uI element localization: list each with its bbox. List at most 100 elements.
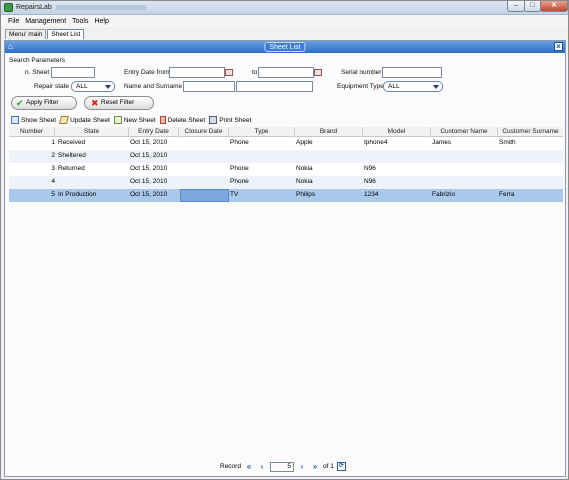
repair-state-label: Repair state: [34, 83, 70, 90]
page-number-input[interactable]: 5: [269, 461, 294, 472]
name-input[interactable]: [183, 81, 235, 92]
repair-state-value: ALL: [76, 83, 88, 90]
show-sheet-label: Show Sheet: [21, 116, 57, 124]
cell-customer-surname: [499, 150, 563, 163]
refresh-icon[interactable]: ⟳: [336, 462, 346, 471]
apply-filter-label: Apply Filter: [26, 99, 59, 106]
column-header-customer-name[interactable]: Customer Name: [431, 127, 498, 137]
menu-tools[interactable]: Tools: [72, 18, 88, 25]
cell-customer-surname: Smith: [499, 139, 516, 146]
tab-menu-main[interactable]: Menu' main: [5, 29, 47, 39]
column-header-closure-date[interactable]: Closure Date: [179, 127, 229, 137]
cell-customer-name: James: [432, 139, 452, 146]
reset-filter-label: Reset Filter: [101, 99, 135, 106]
cell-closure-date: [180, 163, 229, 176]
cell-number: 4: [51, 178, 55, 185]
app-window: RepairsLab – □ ✕ File Management Tools H…: [0, 0, 569, 480]
update-sheet-button[interactable]: Update Sheet: [58, 116, 110, 124]
frame-close-button[interactable]: ×: [554, 42, 563, 51]
apply-filter-button[interactable]: ✔ Apply Filter: [11, 96, 77, 110]
column-header-state[interactable]: State: [55, 127, 129, 137]
cell-type: TV: [230, 191, 239, 198]
entry-date-to-input[interactable]: [258, 67, 314, 78]
table-body: 1 Received Oct 15, 2010 Phone Apple Iphone4 Ja…: [9, 137, 563, 202]
column-header-type[interactable]: Type: [229, 127, 295, 137]
equipment-type-select[interactable]: ALL: [383, 81, 443, 92]
name-surname-label: Name and Surname: [124, 83, 183, 90]
sheet-list-frame: ⌂ Sheet List × Search Parameters n. Shee…: [4, 40, 566, 477]
cell-closure-date: [180, 137, 229, 150]
table-row[interactable]: 4 Oct 15, 2010 Phone Nokia N96: [9, 176, 563, 189]
previous-page-icon[interactable]: ‹: [257, 462, 267, 472]
menu-bar: File Management Tools Help: [1, 15, 568, 27]
close-window-button[interactable]: ✕: [540, 1, 568, 12]
reset-filter-button[interactable]: ✖ Reset Filter: [84, 96, 154, 110]
chevron-down-icon: [105, 85, 111, 89]
tab-sheet-list[interactable]: Sheet List: [47, 29, 85, 39]
frame-title-bar[interactable]: ⌂ Sheet List ×: [5, 41, 565, 53]
cell-model: [364, 150, 431, 163]
print-sheet-button[interactable]: Print Sheet: [209, 116, 251, 124]
frame-menu-icon[interactable]: ⌂: [8, 42, 17, 51]
cell-customer-name: Fabrizio: [432, 191, 456, 198]
last-page-icon[interactable]: »: [310, 462, 320, 472]
minimize-button[interactable]: –: [507, 1, 525, 12]
repair-state-select[interactable]: ALL: [71, 81, 115, 92]
cell-closure-date: [180, 176, 229, 189]
menu-file[interactable]: File: [8, 18, 19, 25]
cell-number: 3: [51, 165, 55, 172]
calendar-from-icon[interactable]: [225, 69, 233, 76]
cell-state: Sheltered: [58, 152, 86, 159]
cell-state: [58, 176, 128, 189]
first-page-icon[interactable]: «: [244, 462, 254, 472]
cell-state: In Production: [58, 191, 97, 198]
column-header-brand[interactable]: Brand: [295, 127, 363, 137]
serial-number-label: Serial number: [341, 69, 382, 76]
cell-model: N96: [364, 178, 376, 185]
sheet-toolbar: Show Sheet Update Sheet New Sheet Delete…: [11, 115, 251, 125]
next-page-icon[interactable]: ›: [297, 462, 307, 472]
maximize-button[interactable]: □: [524, 1, 541, 12]
menu-management[interactable]: Management: [25, 18, 66, 25]
cell-number: 2: [51, 152, 55, 159]
cell-closure-date: [180, 189, 229, 202]
window-icon: [11, 116, 19, 124]
blurred-title-text: [56, 5, 146, 10]
column-header-model[interactable]: Model: [363, 127, 431, 137]
print-sheet-label: Print Sheet: [219, 116, 252, 124]
cell-customer-name: [432, 150, 498, 163]
delete-sheet-label: Delete Sheet: [167, 116, 206, 124]
cell-customer-surname: [499, 163, 563, 176]
title-bar[interactable]: RepairsLab – □ ✕: [1, 1, 568, 15]
cell-number: 5: [51, 191, 55, 198]
tab-strip: Menu' main Sheet List: [5, 29, 85, 39]
surname-input[interactable]: [236, 81, 313, 92]
new-document-icon: [113, 116, 122, 124]
table-row[interactable]: 5 In Production Oct 15, 2010 TV Philips 1234 F…: [9, 189, 563, 202]
printer-icon: [209, 116, 218, 124]
frame-title: Sheet List: [264, 42, 306, 52]
calendar-to-icon[interactable]: [314, 69, 322, 76]
entry-date-from-input[interactable]: [169, 67, 225, 78]
cell-model: N96: [364, 165, 376, 172]
cell-closure-date: [180, 150, 229, 163]
cell-state: Received: [58, 139, 86, 146]
column-header-number[interactable]: Number: [9, 127, 55, 137]
column-header-customer-surname[interactable]: Customer Surname: [498, 127, 563, 137]
cell-state: Returned: [58, 165, 85, 172]
cell-entry-date: Oct 15, 2010: [130, 139, 168, 146]
new-sheet-button[interactable]: New Sheet: [113, 116, 156, 124]
table-row[interactable]: 1 Received Oct 15, 2010 Phone Apple Iphone4 Ja…: [9, 137, 563, 150]
chevron-down-icon: [433, 85, 439, 89]
show-sheet-button[interactable]: Show Sheet: [11, 116, 56, 124]
n-sheet-input[interactable]: [51, 67, 95, 78]
serial-number-input[interactable]: [382, 67, 442, 78]
table-row[interactable]: 2 Sheltered Oct 15, 2010: [9, 150, 563, 163]
delete-sheet-button[interactable]: Delete Sheet: [159, 116, 206, 124]
column-header-entry-date[interactable]: Entry Date: [129, 127, 179, 137]
equipment-type-label: Equipment Type: [337, 83, 384, 90]
cell-model: Iphone4: [364, 139, 388, 146]
search-parameters-heading: Search Parameters: [9, 57, 65, 64]
table-row[interactable]: 3 Returned Oct 15, 2010 Phone Nokia N96: [9, 163, 563, 176]
menu-help[interactable]: Help: [94, 18, 108, 25]
